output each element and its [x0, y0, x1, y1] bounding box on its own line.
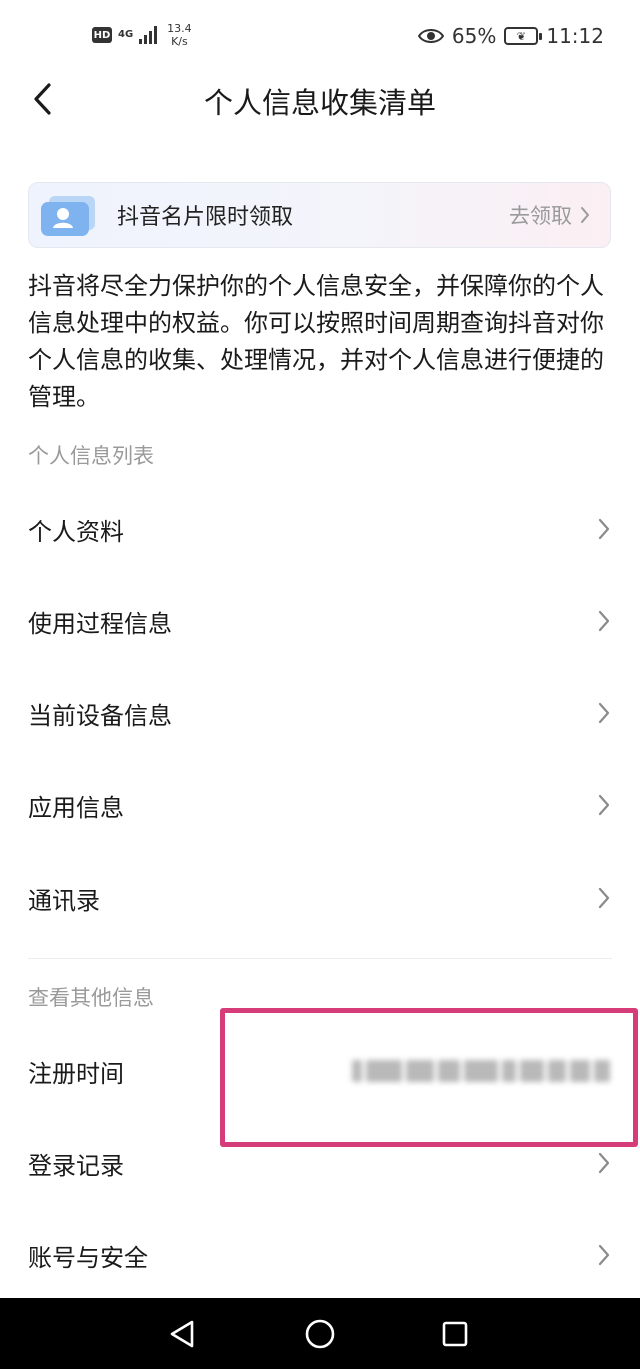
- list-item-label: 个人资料: [28, 517, 124, 546]
- list-item-profile[interactable]: 个人资料: [0, 483, 640, 575]
- clock: 11:12: [546, 24, 604, 48]
- promo-banner[interactable]: 抖音名片限时领取 去领取: [28, 182, 611, 248]
- section-label-other: 查看其他信息: [28, 986, 154, 1010]
- header: 个人信息收集清单: [0, 76, 640, 122]
- battery-icon: ❦: [504, 27, 543, 45]
- list-item-label: 账号与安全: [28, 1243, 148, 1272]
- circle-home-icon: [305, 1319, 335, 1348]
- list-item-label: 当前设备信息: [28, 701, 172, 730]
- list-item-contacts[interactable]: 通讯录: [0, 852, 640, 944]
- system-navigation-bar: [0, 1298, 640, 1369]
- eye-icon: [417, 29, 444, 43]
- chevron-right-icon: [598, 702, 610, 724]
- section-divider: [28, 958, 612, 959]
- battery-percent: 65%: [451, 24, 497, 48]
- list-item-label: 注册时间: [28, 1059, 124, 1088]
- status-bar: HD 4G 13.4 K/s 65% ❦ 11:12: [0, 0, 640, 76]
- leaf-icon: ❦: [516, 29, 526, 43]
- chevron-right-icon: [598, 887, 610, 909]
- promo-action-label: 去领取: [509, 204, 572, 228]
- list-item-label: 通讯录: [28, 886, 100, 915]
- list-item-device-info[interactable]: 当前设备信息: [0, 667, 640, 759]
- nav-back-button[interactable]: [142, 1298, 222, 1369]
- status-bar-left: HD 4G 13.4 K/s: [92, 22, 192, 48]
- square-recents-icon: [442, 1321, 468, 1346]
- signal-icon: [139, 26, 158, 44]
- chevron-right-icon: [598, 518, 610, 540]
- list-item-account-security[interactable]: 账号与安全: [0, 1209, 640, 1301]
- chevron-right-icon: [581, 207, 589, 223]
- hd-icon: HD: [92, 27, 112, 43]
- chevron-right-icon: [598, 794, 610, 816]
- chevron-right-icon: [598, 610, 610, 632]
- page-title: 个人信息收集清单: [203, 86, 436, 120]
- list-item-usage-info[interactable]: 使用过程信息: [0, 575, 640, 667]
- triangle-back-icon: [170, 1320, 194, 1347]
- chevron-right-icon: [598, 1152, 610, 1174]
- status-bar-right: 65% ❦ 11:12: [417, 24, 604, 48]
- network-type: 4G: [118, 29, 134, 40]
- list-item-app-info[interactable]: 应用信息: [0, 759, 640, 851]
- section-label-personal: 个人信息列表: [28, 444, 154, 468]
- chevron-right-icon: [598, 1244, 610, 1266]
- description-text: 抖音将尽全力保护你的个人信息安全，并保障你的个人信息处理中的权益。你可以按照时间…: [28, 272, 604, 411]
- nav-home-button[interactable]: [280, 1298, 360, 1369]
- list-item-label: 应用信息: [28, 793, 124, 822]
- promo-claim-link[interactable]: 去领取: [509, 200, 590, 230]
- list-item-label: 使用过程信息: [28, 609, 172, 638]
- business-card-icon: [39, 192, 99, 238]
- list-item-label: 登录记录: [28, 1151, 124, 1180]
- nav-recents-button[interactable]: [415, 1298, 495, 1369]
- network-speed: 13.4 K/s: [167, 22, 192, 48]
- highlight-annotation-box: [220, 1008, 638, 1147]
- promo-label: 抖音名片限时领取: [117, 205, 294, 230]
